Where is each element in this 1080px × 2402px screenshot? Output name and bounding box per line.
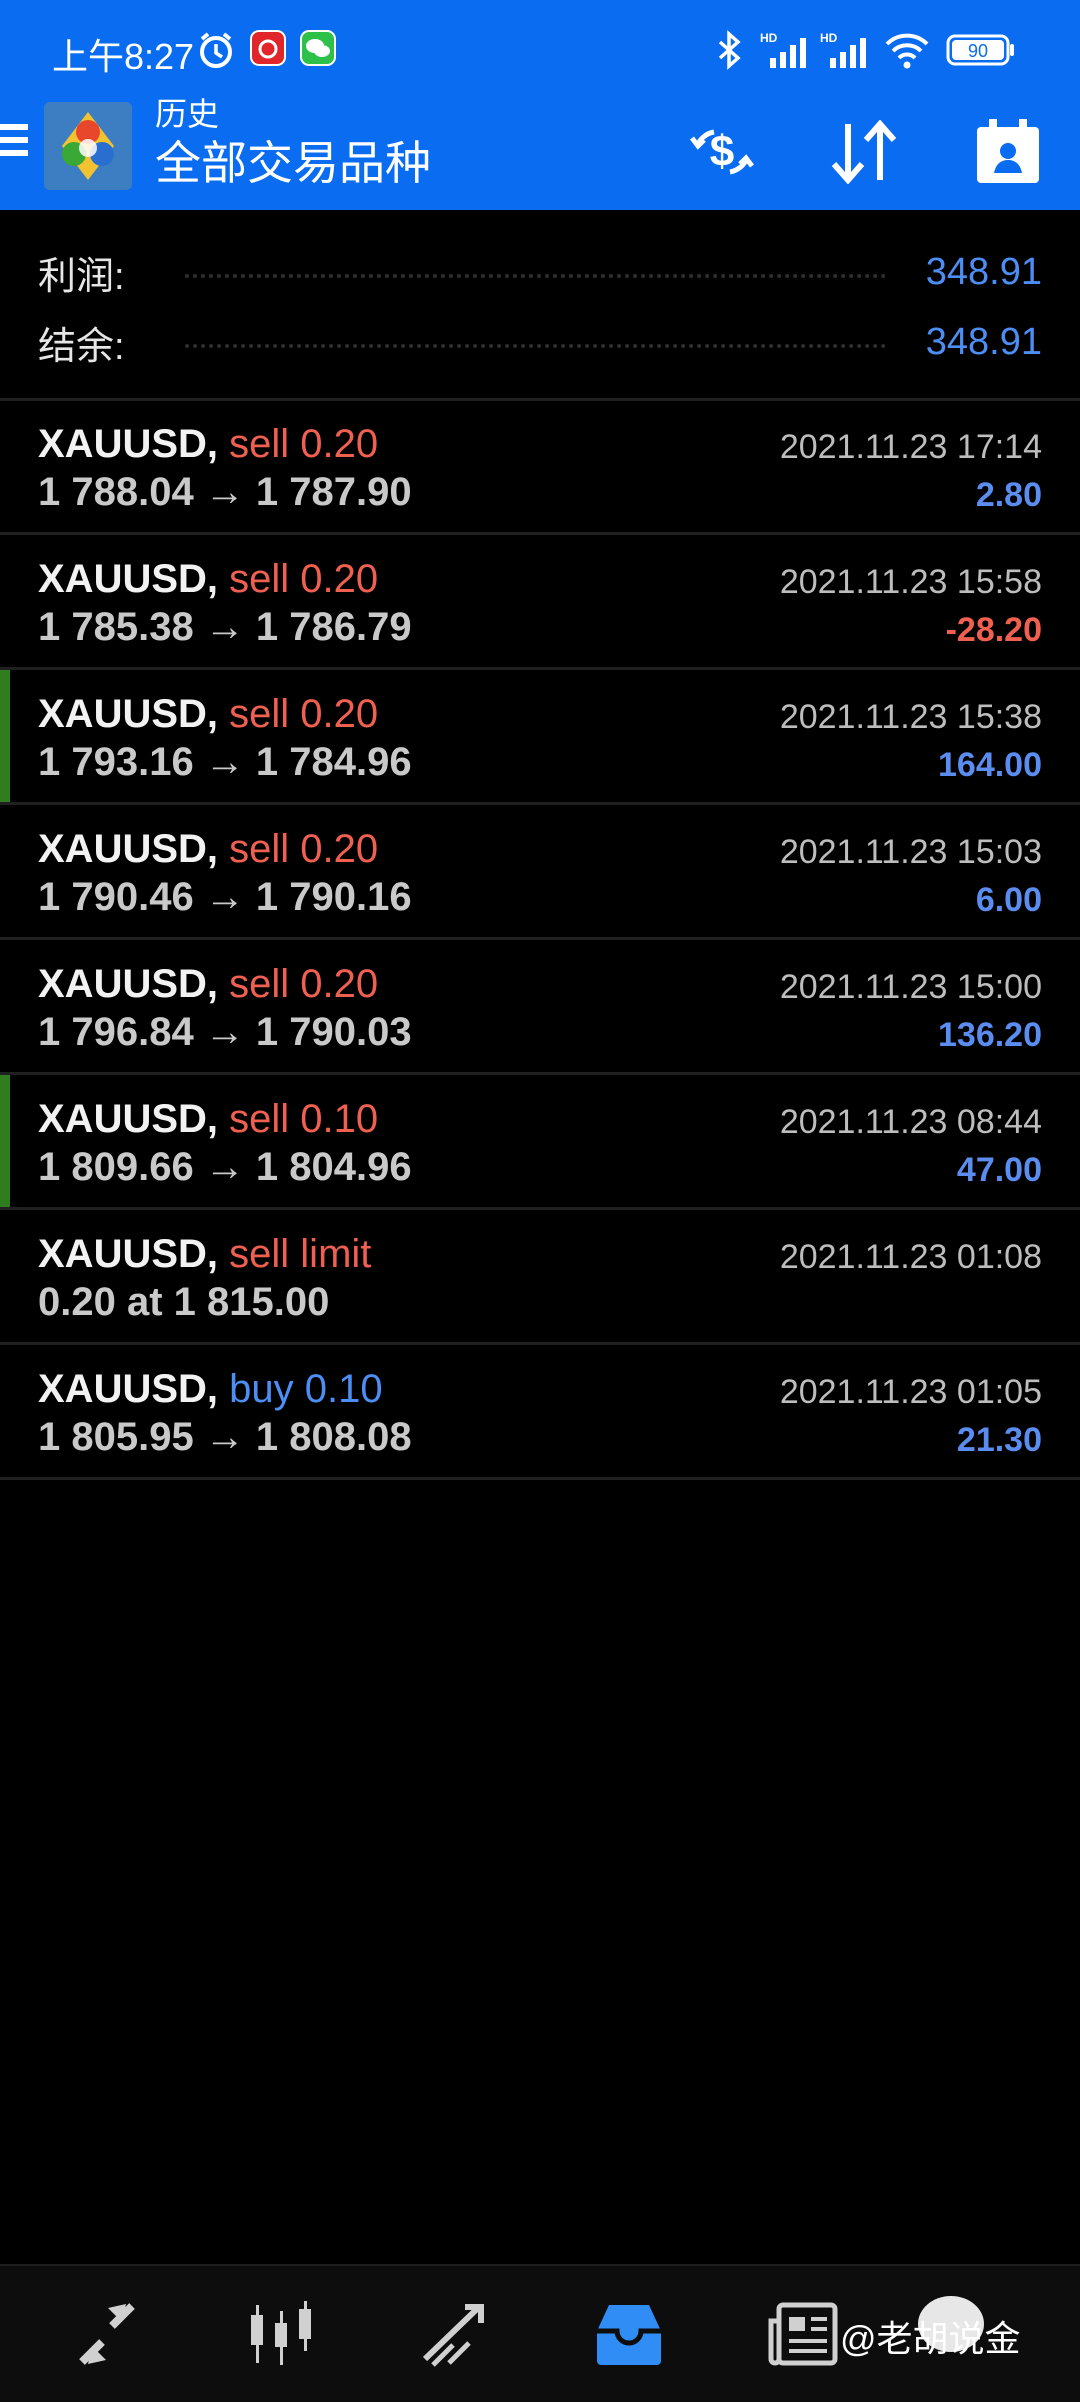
deposit-currency-icon[interactable]: $ [680,110,764,194]
deal-prices: 1 788.04 → 1 787.90 [38,470,412,514]
deal-type: sell 0.20 [229,962,379,1006]
deal-time: 2021.11.23 15:00 [779,968,1042,1006]
profit-value: 348.91 [925,250,1042,293]
svg-text:HD: HD [820,31,838,45]
deal-profit: 136.20 [938,1016,1042,1054]
header-subtitle: 历史 [155,96,220,132]
deal-title: XAUUSD, sell 0.20 [38,962,378,1007]
watermark-text: @老胡说金 [840,2318,1021,2359]
trade-icon[interactable] [400,2284,510,2384]
deal-type: buy 0.10 [229,1367,383,1411]
menu-icon[interactable] [0,124,30,164]
deal-profit: -28.20 [945,611,1042,649]
deal-type: sell limit [229,1232,372,1276]
deal-profit: 6.00 [975,881,1042,919]
dotted-leader [184,344,886,348]
deal-prices: 1 785.38 → 1 786.79 [38,605,412,649]
deal-row[interactable]: XAUUSD, sell limit 0.20 at 1 815.00 2021.1… [0,1210,1080,1345]
deal-symbol: XAUUSD, [38,827,219,871]
wifi-icon [884,30,930,75]
svg-text:HD: HD [760,31,778,45]
summary-panel: 利润: 348.91 结余: 348.91 [0,210,1080,400]
sort-icon[interactable] [822,110,906,194]
profit-row: 利润: 348.91 [38,242,1042,302]
deal-row[interactable]: XAUUSD, sell 0.20 1 785.38 → 1 786.79 2021… [0,535,1080,670]
deal-row[interactable]: XAUUSD, sell 0.10 1 809.66 → 1 804.96 2021… [0,1075,1080,1210]
deal-row[interactable]: XAUUSD, sell 0.20 1 796.84 → 1 790.03 2021… [0,940,1080,1075]
hd-signal-icon: HD [820,30,872,75]
deal-row[interactable]: XAUUSD, sell 0.20 1 788.04 → 1 787.90 2021… [0,400,1080,535]
header-title[interactable]: 全部交易品种 [155,134,431,192]
deal-row[interactable]: XAUUSD, sell 0.20 1 790.46 → 1 790.16 2021… [0,805,1080,940]
deal-profit: 47.00 [956,1151,1042,1189]
profit-label: 利润: [38,255,125,298]
deal-profit: 164.00 [938,746,1042,784]
status-time: 上午8:27 [52,36,195,77]
deal-symbol: XAUUSD, [38,1232,219,1276]
history-icon[interactable] [574,2284,684,2384]
deal-time: 2021.11.23 15:38 [779,698,1042,736]
deal-symbol: XAUUSD, [38,692,219,736]
deal-title: XAUUSD, sell limit [38,1232,371,1277]
deal-symbol: XAUUSD, [38,557,219,601]
deal-title: XAUUSD, sell 0.20 [38,422,378,467]
calendar-icon[interactable] [966,110,1050,194]
deal-symbol: XAUUSD, [38,1367,219,1411]
deal-time: 2021.11.23 17:14 [779,428,1042,466]
hd-signal-icon: HD [760,30,812,75]
header-titles: 历史 全部交易品种 [155,94,431,192]
battery-level: 90 [968,41,988,61]
deal-title: XAUUSD, sell 0.20 [38,827,378,872]
balance-value: 348.91 [925,320,1042,363]
balance-row: 结余: 348.91 [38,312,1042,372]
app-header: 历史 全部交易品种 $ [0,90,1080,210]
deal-prices: 1 809.66 → 1 804.96 [38,1145,412,1189]
deal-prices: 1 790.46 → 1 790.16 [38,875,412,919]
deal-time: 2021.11.23 15:58 [779,563,1042,601]
deal-title: XAUUSD, sell 0.10 [38,1097,378,1142]
deal-type: sell 0.10 [229,1097,379,1141]
battery-icon: 90 [946,34,1016,71]
metatrader-logo [44,102,132,190]
deal-type: sell 0.20 [229,692,379,736]
netease-music-icon [250,30,286,71]
deal-row[interactable]: XAUUSD, sell 0.20 1 793.16 → 1 784.96 2021… [0,670,1080,805]
deal-title: XAUUSD, sell 0.20 [38,692,378,737]
dotted-leader [184,274,886,278]
deal-prices: 1 796.84 → 1 790.03 [38,1010,412,1054]
bluetooth-icon [712,30,748,75]
deals-list: XAUUSD, sell 0.20 1 788.04 → 1 787.90 2021… [0,400,1080,1480]
deal-title: XAUUSD, sell 0.20 [38,557,378,602]
deal-symbol: XAUUSD, [38,962,219,1006]
top-bar: 上午8:27 HD HD 90 历史 全部交易品种 $ [0,0,1080,210]
deal-type: sell 0.20 [229,827,379,871]
deal-prices: 0.20 at 1 815.00 [38,1280,330,1324]
deal-type: sell 0.20 [229,557,379,601]
deal-time: 2021.11.23 01:08 [779,1238,1042,1276]
quotes-icon[interactable] [52,2284,162,2384]
deal-profit: 21.30 [956,1421,1042,1459]
wechat-icon [300,30,336,71]
deal-prices: 1 793.16 → 1 784.96 [38,740,412,784]
deal-symbol: XAUUSD, [38,1097,219,1141]
deal-prices: 1 805.95 → 1 808.08 [38,1415,412,1459]
deal-symbol: XAUUSD, [38,422,219,466]
deal-row[interactable]: XAUUSD, buy 0.10 1 805.95 → 1 808.08 2021.… [0,1345,1080,1480]
balance-label: 结余: [38,325,125,368]
deal-profit: 2.80 [975,476,1042,514]
bottom-nav: @老胡说金 [0,2264,1080,2402]
deal-time: 2021.11.23 08:44 [779,1103,1042,1141]
alarm-icon [196,30,236,75]
deal-type: sell 0.20 [229,422,379,466]
deal-time: 2021.11.23 15:03 [779,833,1042,871]
deal-time: 2021.11.23 01:05 [779,1373,1042,1411]
chart-icon[interactable] [226,2284,336,2384]
status-bar: 上午8:27 HD HD 90 [0,0,1080,100]
deal-title: XAUUSD, buy 0.10 [38,1367,383,1412]
